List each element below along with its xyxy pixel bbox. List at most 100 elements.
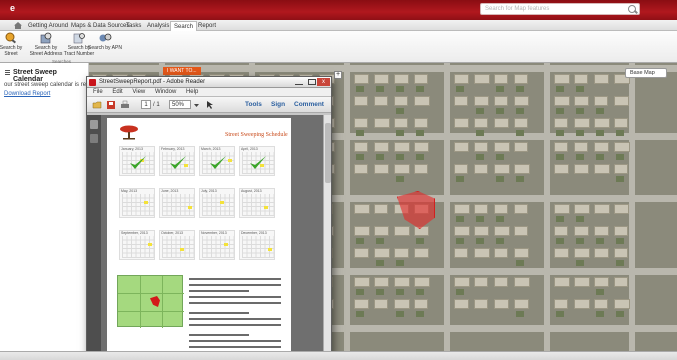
save-icon[interactable] (106, 100, 116, 110)
search-icon[interactable] (628, 5, 636, 13)
search-by-street-address-button[interactable]: Search by Street Address (29, 32, 63, 58)
search-by-street-button[interactable]: Search by Street (0, 32, 28, 58)
comment-pane-button[interactable]: Comment (294, 100, 324, 110)
month-calendar: November, 2013 (199, 230, 235, 260)
base-map-button[interactable]: Base Map (625, 68, 667, 78)
map-house (614, 96, 629, 106)
map-house (514, 118, 528, 128)
tab-getting-around[interactable]: Getting Around (28, 21, 68, 31)
map-house (474, 96, 489, 106)
map-tree (516, 130, 524, 136)
map-house (514, 299, 529, 309)
map-house (614, 277, 628, 287)
zoom-in-button[interactable]: + (334, 71, 342, 79)
text-line (189, 290, 249, 292)
month-heading: June, 2013 (161, 189, 179, 193)
page-thumbnails-icon[interactable] (90, 120, 98, 129)
month-calendar: December, 2013 (239, 230, 275, 260)
checkmark-icon (210, 156, 226, 169)
map-tree (576, 86, 584, 92)
map-house (454, 96, 468, 106)
tab-analysis[interactable]: Analysis (147, 21, 169, 31)
close-icon[interactable]: x (317, 78, 330, 86)
map-tree (596, 289, 604, 295)
menu-edit[interactable]: Edit (112, 89, 122, 95)
tab-search[interactable]: Search (170, 21, 198, 31)
map-house (494, 204, 508, 214)
maximize-icon[interactable] (308, 79, 316, 85)
highlighted-parcel (150, 296, 160, 307)
page-number-field[interactable]: 1 (141, 100, 151, 109)
scrollbar-thumb[interactable] (325, 123, 331, 183)
panel-title: Street Sweep Calendar (13, 69, 57, 83)
sign-pane-button[interactable]: Sign (271, 100, 285, 110)
minimize-icon[interactable] (295, 80, 303, 85)
select-tool-icon[interactable] (205, 100, 215, 110)
download-report-link[interactable]: Download Report (4, 91, 50, 97)
map-tree (376, 289, 384, 295)
map-house (454, 226, 470, 236)
map-house (394, 118, 408, 128)
pdf-reader-window[interactable]: StreetSweepReport.pdf - Adobe Reader x F… (86, 76, 332, 355)
map-tree (476, 130, 484, 136)
tab-tasks[interactable]: Tasks (126, 21, 141, 31)
map-house (474, 226, 489, 236)
map-tree (476, 154, 484, 160)
menu-file[interactable]: File (93, 89, 103, 95)
selected-parcel[interactable] (397, 191, 435, 229)
map-tree (556, 86, 564, 92)
home-icon[interactable] (14, 22, 22, 29)
month-calendar: May, 2013 (119, 188, 155, 218)
map-house (574, 74, 588, 84)
reader-title: StreetSweepReport.pdf - Adobe Reader (99, 79, 206, 85)
checkmark-icon (170, 156, 186, 169)
day-grid (122, 236, 154, 258)
map-tree (576, 260, 584, 266)
tools-pane-button[interactable]: Tools (245, 100, 262, 110)
reader-title-bar[interactable]: StreetSweepReport.pdf - Adobe Reader x (87, 77, 331, 88)
print-icon[interactable] (120, 100, 130, 110)
map-house (554, 277, 570, 287)
open-icon[interactable] (92, 100, 102, 110)
menu-view[interactable]: View (132, 89, 145, 95)
map-tree (556, 311, 564, 317)
sweep-day-highlight (148, 243, 152, 246)
month-calendar: October, 2013 (159, 230, 195, 260)
menu-help[interactable]: Help (186, 89, 198, 95)
month-calendar: March, 2013 (199, 146, 235, 176)
search-input[interactable]: Search for Map features (480, 3, 640, 15)
page-total: / 1 (153, 102, 160, 108)
map-house (614, 226, 628, 236)
i-want-to-button[interactable]: I WANT TO... (163, 67, 201, 75)
attachments-icon[interactable] (90, 134, 98, 143)
text-line (189, 312, 249, 314)
zoom-dropdown-icon[interactable] (193, 101, 200, 109)
tab-maps-data-sources[interactable]: Maps & Data Sources (71, 21, 129, 31)
map-house (454, 142, 469, 152)
panel-menu-icon[interactable] (5, 70, 10, 75)
map-house (574, 204, 590, 214)
checkmark-icon (130, 156, 146, 169)
map-tree (496, 108, 504, 114)
menu-window[interactable]: Window (155, 89, 176, 95)
map-house (374, 142, 389, 152)
zoom-select[interactable]: 50% (169, 100, 191, 109)
text-line (189, 340, 281, 342)
map-house (474, 204, 488, 214)
text-line (189, 278, 281, 280)
month-heading: May, 2013 (121, 189, 138, 193)
search-by-street-address-label: Search by Street Address (29, 45, 63, 57)
map-house (554, 299, 568, 309)
map-house (514, 96, 529, 106)
month-heading: August, 2013 (241, 189, 262, 193)
map-tree (396, 154, 404, 160)
map-house (554, 74, 570, 84)
tab-report[interactable]: Report (198, 21, 216, 31)
map-tree (556, 216, 564, 222)
map-house (414, 299, 428, 309)
search-by-apn-button[interactable]: Search by APN (88, 32, 122, 58)
map-street-line (162, 276, 163, 328)
month-calendar: January, 2013 (119, 146, 155, 176)
vertical-scrollbar[interactable] (323, 115, 331, 354)
panel-description: our street sweep calendar is read (4, 82, 93, 88)
